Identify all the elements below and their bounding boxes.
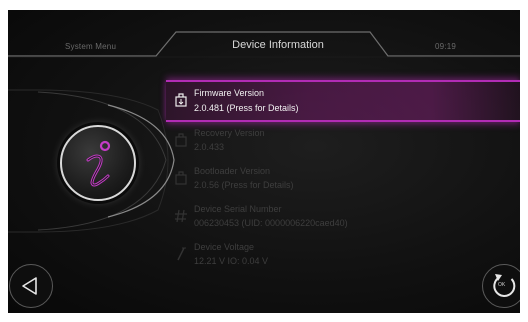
item-value: 12.21 V IO: 0.04 V — [194, 256, 269, 266]
list-item-firmware[interactable]: Firmware Version 2.0.481 (Press for Deta… — [166, 80, 520, 122]
voltage-icon — [177, 247, 186, 261]
hash-icon — [175, 209, 187, 223]
ok-label: OK — [498, 282, 506, 288]
item-title: Firmware Version — [194, 88, 265, 98]
back-button[interactable] — [9, 264, 53, 308]
info-icon — [86, 140, 111, 187]
clock-time: 09:19 — [435, 42, 457, 51]
item-title: Bootloader Version — [194, 166, 271, 176]
item-value: 2.0.56 (Press for Details) — [194, 180, 294, 190]
device-screen: System Menu Device Information 09:19 Fir… — [8, 10, 520, 313]
list-item-voltage[interactable]: Device Voltage 12.21 V IO: 0.04 V — [166, 236, 520, 274]
item-title: Device Serial Number — [194, 204, 282, 214]
list-item-serial[interactable]: Device Serial Number 006230453 (UID: 000… — [166, 198, 520, 236]
bootloader-icon — [175, 171, 187, 185]
info-list: Firmware Version 2.0.481 (Press for Deta… — [166, 80, 520, 274]
item-value: 006230453 (UID: 0000006220caed40) — [194, 218, 348, 228]
info-badge — [60, 125, 136, 201]
item-value: 2.0.481 (Press for Details) — [194, 103, 299, 113]
item-title: Recovery Version — [194, 128, 265, 138]
item-value: 2.0.433 — [194, 142, 225, 152]
firmware-icon — [175, 93, 187, 107]
recovery-icon — [175, 133, 187, 147]
list-item-recovery[interactable]: Recovery Version 2.0.433 — [166, 122, 520, 160]
list-item-bootloader[interactable]: Bootloader Version 2.0.56 (Press for Det… — [166, 160, 520, 198]
item-title: Device Voltage — [194, 242, 255, 252]
page-title: Device Information — [232, 39, 324, 51]
back-triangle-icon — [22, 277, 37, 295]
ok-button[interactable]: OK — [482, 264, 520, 308]
